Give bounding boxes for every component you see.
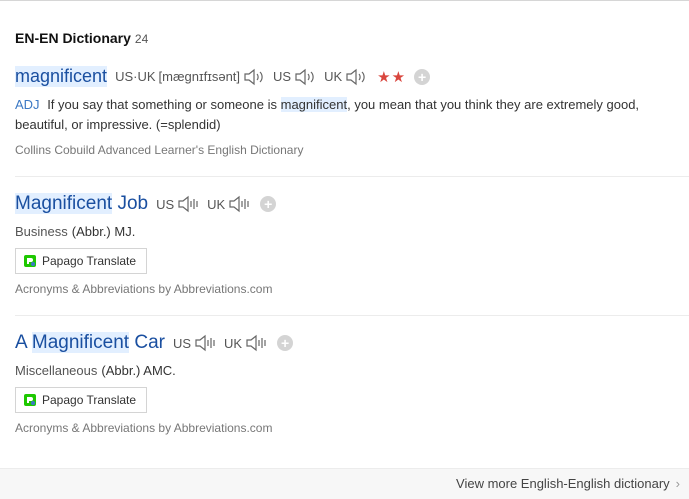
pronunciation-group: US UK + xyxy=(156,195,277,213)
divider xyxy=(15,315,689,316)
category-label: Business xyxy=(15,224,68,239)
papago-label: Papago Translate xyxy=(42,254,137,268)
section-title: EN-EN Dictionary 24 xyxy=(15,30,148,46)
us-speaker-icon[interactable] xyxy=(177,195,199,213)
pronunciation-group: US UK + xyxy=(172,334,294,352)
entry-word-rest: Car xyxy=(134,332,165,353)
add-wordbook-icon[interactable]: + xyxy=(414,68,431,85)
uk-label: UK xyxy=(224,335,243,351)
entry-source: Acronyms & Abbreviations by Abbreviation… xyxy=(15,282,273,296)
entry-head: Magnificent Job US UK + xyxy=(15,193,689,215)
us-label: US xyxy=(273,69,292,84)
top-border xyxy=(0,0,689,1)
entry-word[interactable]: A Magnificent Car xyxy=(15,332,165,354)
entry-head: magnificent US·UK [mægnɪfɪsənt] US UK ★★… xyxy=(15,66,689,87)
add-wordbook-icon[interactable]: + xyxy=(277,335,294,351)
entry-word-highlight: Magnificent xyxy=(31,332,130,353)
uk-label: UK xyxy=(207,196,226,212)
us-speaker-icon[interactable] xyxy=(294,68,316,86)
us-label: US xyxy=(172,335,192,351)
entry-source: Collins Cobuild Advanced Learner's Engli… xyxy=(15,143,304,157)
speaker-icon[interactable] xyxy=(243,68,265,86)
divider xyxy=(15,176,689,177)
us-speaker-icon[interactable] xyxy=(194,334,216,352)
papago-translate-button[interactable]: Papago Translate xyxy=(15,387,148,413)
papago-icon xyxy=(24,394,36,406)
definition: ADJ If you say that something or someone… xyxy=(15,95,689,135)
entry-magnificent-job: Magnificent Job US UK + Business (Abbr.) … xyxy=(15,193,689,296)
abbreviation: (Abbr.) MJ. xyxy=(71,224,136,239)
papago-label: Papago Translate xyxy=(42,393,137,407)
entry-head: A Magnificent Car US UK + xyxy=(15,332,689,354)
definition-highlight: magnificent xyxy=(280,97,348,112)
papago-icon xyxy=(24,255,36,267)
entry-word[interactable]: Magnificent Job xyxy=(15,193,148,215)
abbreviation: (Abbr.) AMC. xyxy=(101,363,176,378)
result-count: 24 xyxy=(134,32,149,46)
pronunciation-group: US·UK [mægnɪfɪsənt] US UK ★★ + xyxy=(115,68,431,86)
us-label: US xyxy=(156,196,175,212)
entry-a-magnificent-car: A Magnificent Car US UK + Miscellaneous(… xyxy=(15,332,689,435)
view-more-label: View more English-English dictionary xyxy=(456,476,670,491)
part-of-speech: ADJ xyxy=(15,97,40,112)
pron-label: US·UK xyxy=(115,69,156,84)
uk-speaker-icon[interactable] xyxy=(345,68,367,86)
definition-text-pre: If you say that something or someone is xyxy=(47,97,277,112)
entry-category: Business (Abbr.) MJ. xyxy=(15,224,689,239)
entry-category: Miscellaneous (Abbr.) AMC. xyxy=(15,363,689,378)
uk-label: UK xyxy=(324,69,343,84)
chevron-right-icon: › xyxy=(675,476,680,491)
category-label: Miscellaneous xyxy=(15,363,98,378)
star-rating: ★★ xyxy=(377,68,407,86)
entry-word[interactable]: magnificent xyxy=(15,66,108,87)
view-more-link[interactable]: View more English-English dictionary › xyxy=(456,476,680,491)
phonetic: [mægnɪfɪsənt] xyxy=(158,69,241,84)
papago-translate-button[interactable]: Papago Translate xyxy=(15,248,148,274)
footer-bar: View more English-English dictionary › xyxy=(0,468,689,499)
entry-magnificent: magnificent US·UK [mægnɪfɪsənt] US UK ★★… xyxy=(15,66,689,157)
entry-source: Acronyms & Abbreviations by Abbreviation… xyxy=(15,421,273,435)
entry-word-prefix: A xyxy=(15,332,27,353)
entry-word-rest: Job xyxy=(117,193,149,214)
uk-speaker-icon[interactable] xyxy=(245,334,267,352)
entry-word-highlight: Magnificent xyxy=(15,193,113,214)
uk-speaker-icon[interactable] xyxy=(228,195,250,213)
add-wordbook-icon[interactable]: + xyxy=(260,196,277,212)
section-title-text: EN-EN Dictionary xyxy=(15,30,131,46)
